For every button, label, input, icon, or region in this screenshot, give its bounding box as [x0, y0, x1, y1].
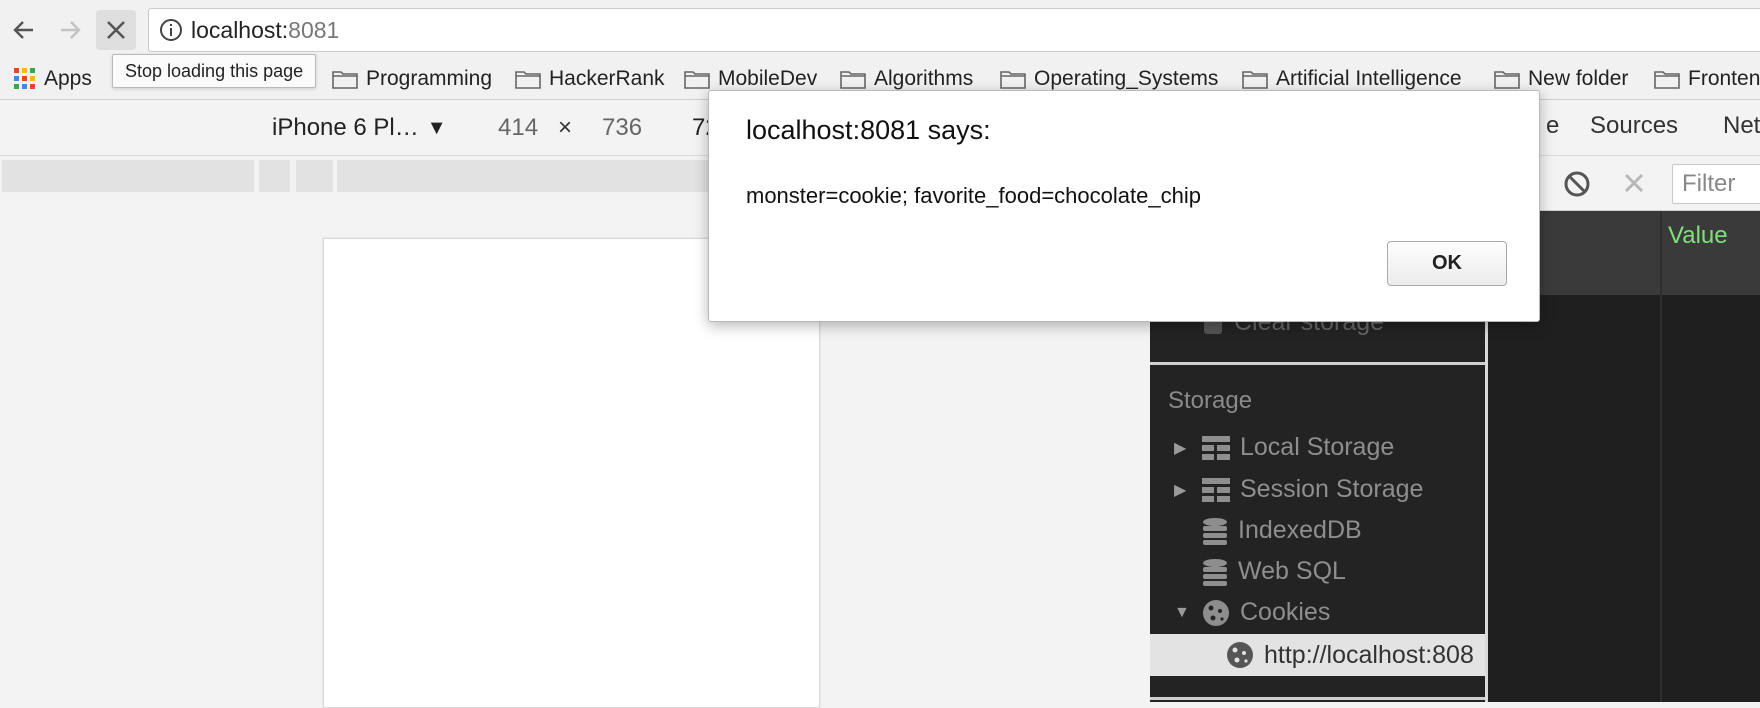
- cookie-icon: [1227, 642, 1253, 668]
- sidebar-item-indexeddb[interactable]: IndexedDB: [1202, 516, 1362, 545]
- storage-heading: Storage: [1168, 387, 1253, 414]
- sidebar-item-cookies[interactable]: ▼ Cookies: [1174, 598, 1330, 627]
- device-width-input[interactable]: 414: [498, 114, 538, 142]
- bookmark-mobiledev[interactable]: MobileDev: [684, 65, 817, 93]
- expand-triangle-icon[interactable]: ▶: [1174, 480, 1194, 500]
- table-icon: [1202, 435, 1230, 460]
- alert-dialog: localhost:8081 says: monster=cookie; fav…: [708, 90, 1540, 322]
- media-query-bar[interactable]: [296, 160, 333, 192]
- bookmark-operating-systems[interactable]: Operating_Systems: [1000, 65, 1218, 93]
- address-bar[interactable]: localhost:8081: [148, 8, 1760, 52]
- sidebar-item-local-storage[interactable]: ▶ Local Storage: [1174, 433, 1394, 462]
- device-height-input[interactable]: 736: [602, 114, 642, 142]
- bookmark-programming[interactable]: Programming: [332, 65, 492, 93]
- folder-icon: [1494, 71, 1520, 89]
- bookmark-algorithms[interactable]: Algorithms: [840, 65, 973, 93]
- bookmark-frontend[interactable]: Fronten: [1654, 65, 1760, 93]
- browser-toolbar: localhost:8081: [0, 0, 1760, 58]
- close-icon: [107, 21, 125, 39]
- sidebar-divider: [1150, 362, 1485, 365]
- tab-application[interactable]: e: [1546, 112, 1559, 140]
- column-header-value[interactable]: Value: [1668, 222, 1728, 250]
- arrow-right-icon: [61, 21, 81, 39]
- folder-icon: [515, 71, 541, 89]
- media-query-bar[interactable]: [259, 160, 290, 192]
- cookie-icon: [1203, 599, 1229, 626]
- sidebar-item-cookie-origin[interactable]: http://localhost:808: [1150, 634, 1485, 676]
- bookmark-apps[interactable]: Apps: [14, 65, 92, 93]
- dimension-separator: ×: [558, 114, 573, 141]
- arrow-left-icon: [13, 21, 33, 39]
- stop-button[interactable]: [96, 10, 136, 50]
- bookmark-new-folder[interactable]: New folder: [1494, 65, 1628, 93]
- dialog-title: localhost:8081 says:: [746, 115, 991, 145]
- dropdown-arrow-icon: ▼: [426, 116, 447, 139]
- table-icon: [1202, 477, 1230, 502]
- ok-button[interactable]: OK: [1387, 241, 1507, 286]
- folder-icon: [840, 71, 866, 89]
- folder-icon: [1000, 71, 1026, 89]
- forward-button[interactable]: [50, 10, 90, 50]
- stop-tooltip: Stop loading this page: [112, 54, 317, 88]
- collapse-triangle-icon[interactable]: ▼: [1174, 604, 1194, 622]
- filter-input[interactable]: Filter: [1672, 164, 1760, 204]
- expand-triangle-icon[interactable]: ▶: [1174, 438, 1194, 458]
- dialog-message: monster=cookie; favorite_food=chocolate_…: [746, 183, 1201, 208]
- sidebar-item-web-sql[interactable]: Web SQL: [1202, 557, 1346, 586]
- tab-sources[interactable]: Sources: [1590, 112, 1678, 140]
- column-divider[interactable]: [1660, 211, 1662, 702]
- folder-icon: [332, 71, 358, 89]
- back-button[interactable]: [4, 10, 44, 50]
- device-selector[interactable]: iPhone 6 Pl… ▼: [272, 114, 447, 142]
- url-text: localhost:8081: [191, 16, 340, 43]
- folder-icon: [1242, 71, 1268, 89]
- database-icon: [1203, 558, 1227, 586]
- block-icon[interactable]: [1563, 170, 1591, 198]
- sidebar-item-session-storage[interactable]: ▶ Session Storage: [1174, 475, 1423, 504]
- folder-icon: [1654, 71, 1680, 89]
- bookmark-hackerrank[interactable]: HackerRank: [515, 65, 665, 93]
- bookmark-artificial-intelligence[interactable]: Artificial Intelligence: [1242, 65, 1462, 93]
- info-icon[interactable]: [159, 18, 183, 42]
- apps-grid-icon: [14, 68, 35, 89]
- clear-icon[interactable]: [1622, 171, 1646, 195]
- tab-network[interactable]: Net: [1723, 112, 1760, 140]
- cookie-table-body: [1488, 295, 1760, 702]
- sidebar-divider: [1150, 697, 1485, 700]
- database-icon: [1203, 517, 1227, 545]
- media-query-bar[interactable]: [2, 160, 254, 192]
- folder-icon: [684, 71, 710, 89]
